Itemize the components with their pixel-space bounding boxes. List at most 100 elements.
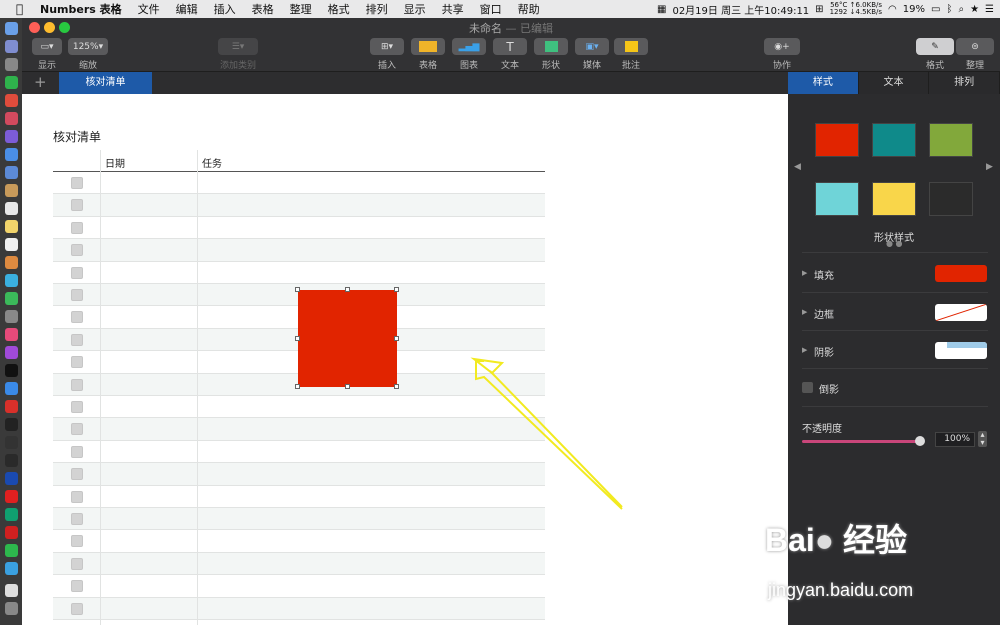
sheet-canvas[interactable]: 核对清单 日期 任务 — [22, 94, 788, 625]
add-category-button[interactable]: ☰▾ 添加类别 — [218, 38, 258, 71]
control-center-icon[interactable]: ☰ — [985, 4, 994, 15]
border-well[interactable] — [935, 304, 987, 321]
format-button[interactable]: ✎ 格式 — [916, 38, 954, 71]
vpn-icon[interactable] — [5, 472, 18, 485]
add-sheet-icon[interactable]: + — [34, 73, 47, 91]
chart-button[interactable]: ▂▄▆ 图表 — [452, 38, 486, 71]
table-title[interactable]: 核对清单 — [53, 128, 101, 145]
resize-handle[interactable] — [345, 384, 350, 389]
organize-button[interactable]: ⊜ 整理 — [956, 38, 994, 71]
style-swatch-cyan[interactable] — [815, 182, 859, 216]
task-checkbox[interactable] — [71, 221, 83, 234]
table-row[interactable] — [53, 262, 545, 284]
table-row[interactable] — [53, 552, 545, 576]
notes-icon[interactable] — [5, 220, 18, 233]
tv-icon[interactable] — [5, 364, 18, 377]
task-checkbox[interactable] — [71, 199, 83, 212]
messages-icon[interactable] — [5, 274, 18, 287]
task-checkbox[interactable] — [71, 244, 83, 257]
red-square-shape[interactable] — [298, 290, 397, 387]
terminal-icon[interactable] — [5, 418, 18, 431]
numbers-dock-icon[interactable] — [5, 562, 18, 575]
resize-handle[interactable] — [394, 336, 399, 341]
resize-handle[interactable] — [394, 384, 399, 389]
task-checkbox[interactable] — [71, 535, 83, 548]
task-checkbox[interactable] — [71, 513, 83, 525]
style-swatch-yellow[interactable] — [872, 182, 916, 216]
style-swatch-green[interactable] — [929, 123, 973, 157]
resize-handle[interactable] — [295, 384, 300, 389]
stepper-icon[interactable]: ▴ ▾ — [978, 431, 987, 447]
menu-help[interactable]: 帮助 — [518, 1, 540, 17]
disclosure-triangle-icon[interactable]: ▶ — [802, 346, 807, 354]
photos-icon[interactable] — [5, 256, 18, 269]
netease-icon[interactable] — [5, 526, 18, 539]
table-row[interactable] — [53, 217, 545, 240]
task-checkbox[interactable] — [71, 445, 83, 458]
chevron-right-icon[interactable]: ▶ — [986, 162, 993, 172]
table-row[interactable] — [53, 239, 545, 262]
insert-button[interactable]: ⊞▾ 插入 — [370, 38, 404, 71]
fill-label[interactable]: 填充 — [814, 267, 834, 282]
task-checkbox[interactable] — [71, 602, 83, 615]
shadow-label[interactable]: 阴影 — [814, 344, 834, 359]
disclosure-triangle-icon[interactable]: ▶ — [802, 269, 807, 277]
collaborate-button[interactable]: ◉+ 协作 — [764, 38, 800, 71]
menu-organize[interactable]: 整理 — [290, 1, 312, 17]
launchpad-icon[interactable] — [5, 40, 18, 53]
trash-icon[interactable] — [5, 602, 18, 615]
safari-icon[interactable] — [5, 148, 18, 161]
apple-icon[interactable]:  — [16, 2, 30, 16]
music-icon[interactable] — [5, 328, 18, 341]
tab-text[interactable]: 文本 — [859, 72, 930, 94]
comment-button[interactable]: 批注 — [614, 38, 648, 71]
media-button[interactable]: ▣▾ 媒体 — [575, 38, 609, 71]
task-checkbox[interactable] — [71, 401, 83, 413]
resize-handle[interactable] — [295, 287, 300, 292]
android-icon[interactable] — [5, 76, 18, 89]
menu-arrange[interactable]: 排列 — [366, 1, 388, 17]
shadow-well[interactable] — [935, 342, 987, 359]
text-button[interactable]: T 文本 — [493, 38, 527, 71]
datetime[interactable]: 02月19日 周三 上午10:49:11 — [672, 2, 809, 17]
app-icon[interactable] — [5, 112, 18, 125]
yandex-icon[interactable] — [5, 490, 18, 503]
finder-icon[interactable] — [5, 22, 18, 35]
calendar-icon[interactable]: ▦ — [657, 4, 666, 15]
table-row[interactable] — [53, 575, 545, 598]
grid-icon[interactable]: ⊞ — [815, 4, 823, 15]
bluetooth-icon[interactable]: ᛒ — [946, 4, 952, 15]
task-checkbox[interactable] — [71, 333, 83, 346]
document-icon[interactable] — [5, 584, 18, 597]
menu-format[interactable]: 格式 — [328, 1, 350, 17]
task-checkbox[interactable] — [71, 468, 83, 481]
podcasts-icon[interactable] — [5, 346, 18, 359]
menu-file[interactable]: 文件 — [138, 1, 160, 17]
view-button[interactable]: ▭▾ 显示 — [32, 38, 62, 71]
table-row[interactable] — [53, 194, 545, 217]
battery-icon[interactable]: ▭ — [931, 4, 940, 15]
menu-app[interactable]: Numbers 表格 — [40, 1, 122, 17]
table-row[interactable] — [53, 172, 545, 195]
reminders-icon[interactable] — [5, 238, 18, 251]
search-icon[interactable]: ⌕ — [958, 4, 964, 15]
task-checkbox[interactable] — [71, 580, 83, 593]
preview-icon[interactable] — [5, 166, 18, 179]
battery-percent[interactable]: 19% — [903, 4, 925, 15]
task-checkbox[interactable] — [71, 311, 83, 324]
facetime-icon[interactable] — [5, 292, 18, 305]
vivaldi-icon[interactable] — [5, 400, 18, 413]
style-swatch-teal[interactable] — [872, 123, 916, 157]
task-checkbox[interactable] — [71, 177, 83, 189]
contacts-icon[interactable] — [5, 184, 18, 197]
chrome-icon[interactable] — [5, 94, 18, 107]
opacity-slider[interactable] — [802, 440, 920, 443]
sheet-tab[interactable]: 核对清单 — [59, 72, 152, 94]
header-date[interactable]: 日期 — [105, 155, 125, 170]
header-task[interactable]: 任务 — [202, 155, 222, 170]
task-checkbox[interactable] — [71, 557, 83, 570]
menu-share[interactable]: 共享 — [442, 1, 464, 17]
tab-style[interactable]: 样式 — [788, 72, 859, 94]
tab-arrange[interactable]: 排列 — [929, 72, 1000, 94]
style-swatch-black[interactable] — [929, 182, 973, 216]
